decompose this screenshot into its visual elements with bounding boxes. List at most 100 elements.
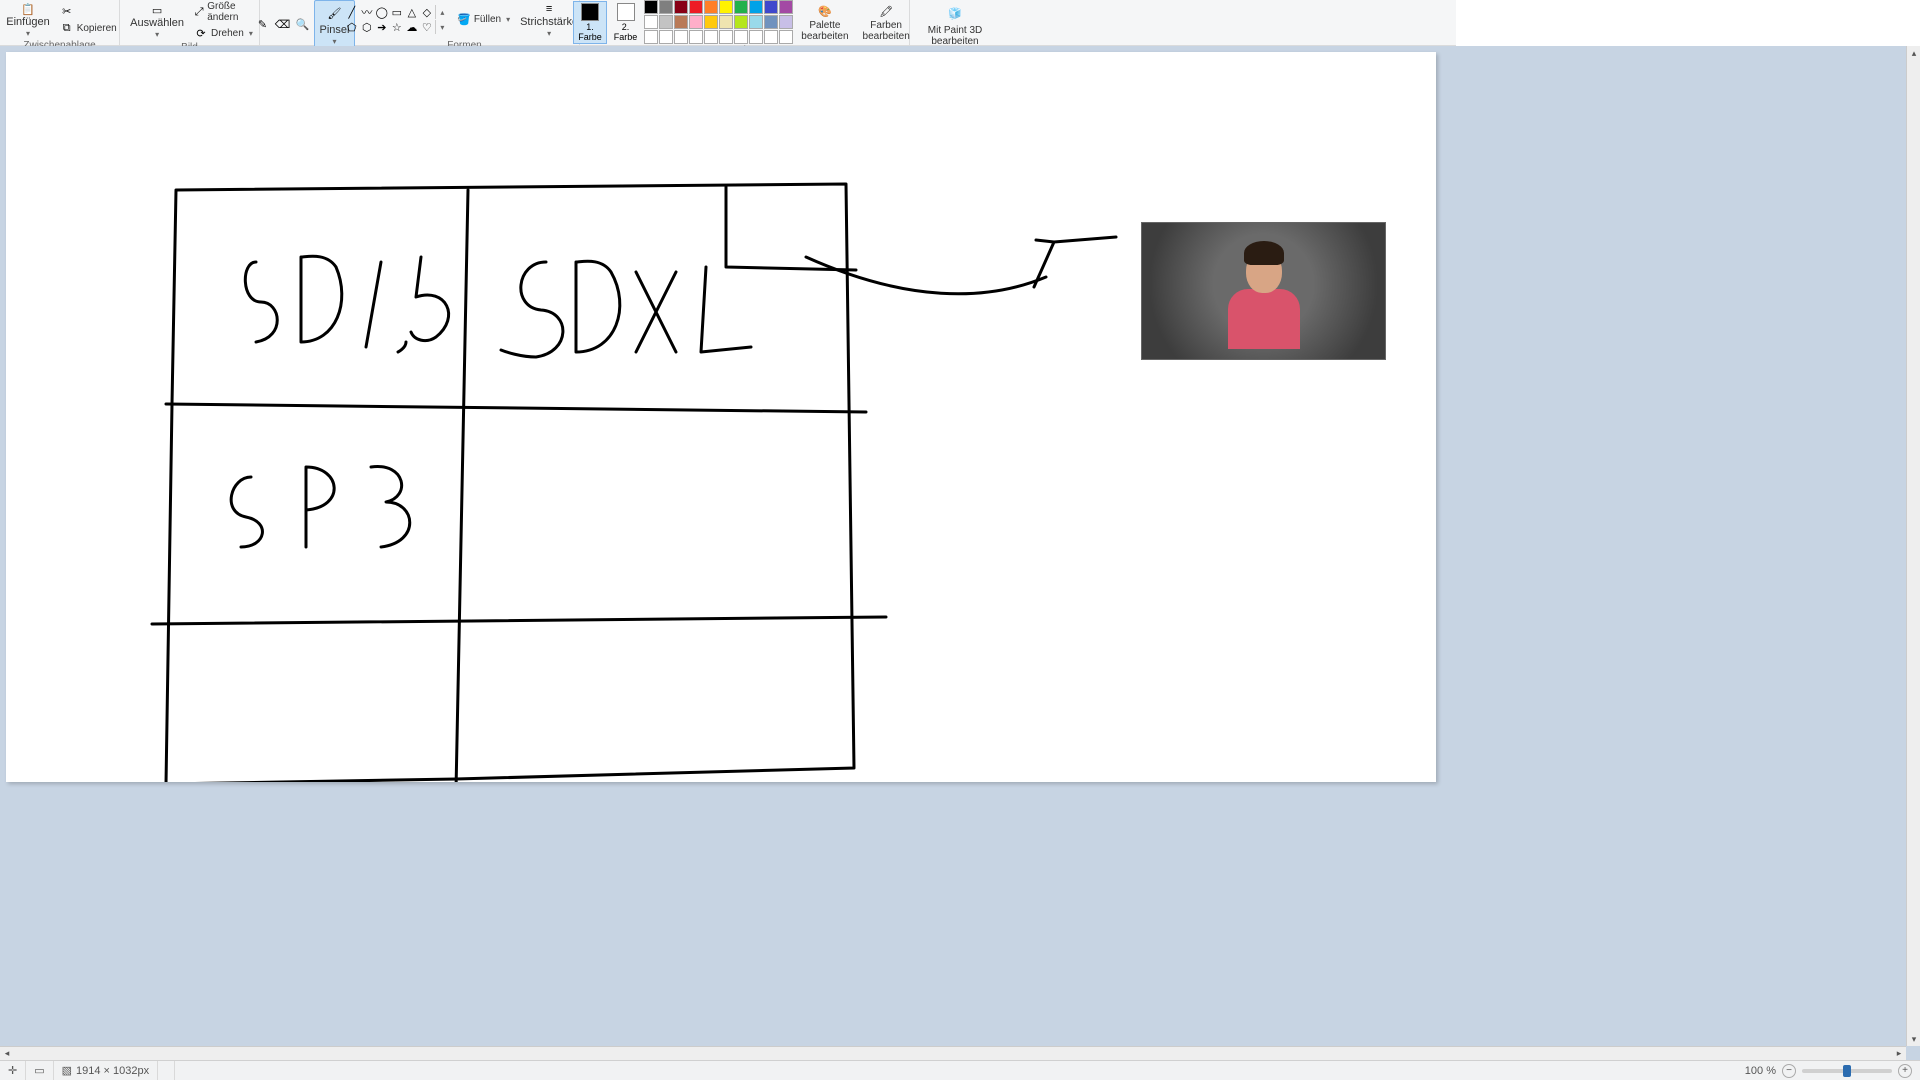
select-icon: ▭ xyxy=(147,3,167,17)
palette-color[interactable] xyxy=(734,30,748,44)
cut-button[interactable]: ✂ xyxy=(58,3,119,19)
palette-color[interactable] xyxy=(659,15,673,29)
canvas-size: ▧ 1914 × 1032px xyxy=(54,1061,159,1080)
zoom-thumb[interactable] xyxy=(1843,1065,1851,1077)
paste-icon: 📋 xyxy=(18,2,38,16)
rotate-button[interactable]: ⟳ Drehen ▾ xyxy=(192,25,255,41)
eraser-tool[interactable]: ⌫ xyxy=(274,16,292,32)
palette-color[interactable] xyxy=(719,15,733,29)
eraser-icon: ⌫ xyxy=(276,17,290,31)
drawing-layer xyxy=(6,52,1436,782)
pencil-tool[interactable]: ✎ xyxy=(254,16,272,32)
palette-icon: 🎨 xyxy=(815,5,835,19)
shapes-gallery[interactable]: ╱ 〰 ◯ ▭ △ ◇ ▴ ⬠ ⬡ ➔ ☆ ☁ ♡ ▾ xyxy=(345,5,449,34)
workspace: ◂ ▸ ▴ ▾ xyxy=(0,46,1920,1060)
canvas-size-icon: ▧ xyxy=(62,1064,72,1077)
fill-icon: 🪣 xyxy=(457,13,471,27)
webcam-person xyxy=(1234,241,1294,341)
scroll-up-icon[interactable]: ▴ xyxy=(1907,46,1920,60)
palette-color[interactable] xyxy=(749,30,763,44)
shape-oval-icon[interactable]: ◯ xyxy=(375,5,389,19)
paint3d-button[interactable]: 🧊 Mit Paint 3D bearbeiten xyxy=(916,0,994,47)
color-palette[interactable] xyxy=(644,0,793,44)
color1-button[interactable]: 1. Farbe xyxy=(573,1,607,44)
status-bar: ✛ ▭ ▧ 1914 × 1032px 100 % − + xyxy=(0,1060,1920,1080)
copy-button[interactable]: ⧉ Kopieren xyxy=(58,20,119,36)
shape-diamond-icon[interactable]: ◇ xyxy=(420,5,434,19)
shapes-expand[interactable]: ▾ xyxy=(435,20,449,34)
palette-color[interactable] xyxy=(689,15,703,29)
palette-color[interactable] xyxy=(719,30,733,44)
shape-hex-icon[interactable]: ⬡ xyxy=(360,20,374,34)
group-clipboard: 📋 Einfügen▾ ✂ ⧉ Kopieren Zwischenablage xyxy=(0,0,120,46)
select-button[interactable]: ▭ Auswählen▾ xyxy=(124,1,190,40)
cursor-pos: ✛ xyxy=(0,1061,26,1080)
paint3d-icon: 🧊 xyxy=(941,2,969,24)
palette-color[interactable] xyxy=(719,0,733,14)
selection-icon: ▭ xyxy=(34,1064,44,1077)
h-scrollbar[interactable]: ◂ ▸ xyxy=(0,1046,1906,1060)
crosshair-icon: ✛ xyxy=(8,1064,17,1077)
cut-icon: ✂ xyxy=(60,4,74,18)
shape-tri-icon[interactable]: △ xyxy=(405,5,419,19)
zoom-control: 100 % − + xyxy=(1737,1064,1920,1078)
palette-color[interactable] xyxy=(734,15,748,29)
group-colors: 1. Farbe 2. Farbe 🎨 Palette bearbeiten 🖍… xyxy=(580,0,910,46)
colors-icon: 🖍 xyxy=(876,5,896,19)
palette-color[interactable] xyxy=(659,0,673,14)
palette-color[interactable] xyxy=(779,15,793,29)
palette-color[interactable] xyxy=(734,0,748,14)
palette-color[interactable] xyxy=(704,30,718,44)
palette-color[interactable] xyxy=(764,30,778,44)
zoom-label: 100 % xyxy=(1745,1065,1776,1077)
zoom-in-button[interactable]: + xyxy=(1898,1064,1912,1078)
palette-color[interactable] xyxy=(674,15,688,29)
shape-callout-icon[interactable]: ☁ xyxy=(405,20,419,34)
group-shapes: ╱ 〰 ◯ ▭ △ ◇ ▴ ⬠ ⬡ ➔ ☆ ☁ ♡ ▾ 🪣 Füllen▾ xyxy=(350,0,580,46)
palette-color[interactable] xyxy=(644,0,658,14)
palette-color[interactable] xyxy=(689,0,703,14)
shape-line-icon[interactable]: ╱ xyxy=(345,5,359,19)
scroll-left-icon[interactable]: ◂ xyxy=(0,1047,14,1061)
palette-color[interactable] xyxy=(674,30,688,44)
palette-color[interactable] xyxy=(704,0,718,14)
shape-heart-icon[interactable]: ♡ xyxy=(420,20,434,34)
palette-color[interactable] xyxy=(779,30,793,44)
palette-color[interactable] xyxy=(674,0,688,14)
palette-color[interactable] xyxy=(704,15,718,29)
shape-rect-icon[interactable]: ▭ xyxy=(390,5,404,19)
scroll-down-icon[interactable]: ▾ xyxy=(1907,1032,1920,1046)
palette-color[interactable] xyxy=(644,15,658,29)
palette-color[interactable] xyxy=(764,0,778,14)
shapes-scroll-up[interactable]: ▴ xyxy=(435,5,449,19)
palette-color[interactable] xyxy=(779,0,793,14)
edit-colors-button[interactable]: 🖍 Farben bearbeiten xyxy=(857,3,916,42)
palette-color[interactable] xyxy=(659,30,673,44)
shape-curve-icon[interactable]: 〰 xyxy=(360,5,374,19)
palette-color[interactable] xyxy=(764,15,778,29)
paste-button[interactable]: 📋 Einfügen▾ xyxy=(0,0,55,39)
resize-icon: ⤢ xyxy=(194,5,204,19)
group-image: ▭ Auswählen▾ ⤢ Größe ändern ⟳ Drehen ▾ B… xyxy=(120,0,260,46)
color1-swatch xyxy=(581,3,599,21)
canvas[interactable] xyxy=(6,52,1436,782)
color2-button[interactable]: 2. Farbe xyxy=(609,1,643,44)
magnify-icon: 🔍 xyxy=(296,17,310,31)
palette-color[interactable] xyxy=(644,30,658,44)
v-scrollbar[interactable]: ▴ ▾ xyxy=(1906,46,1920,1046)
shape-pent-icon[interactable]: ⬠ xyxy=(345,20,359,34)
shape-star-icon[interactable]: ☆ xyxy=(390,20,404,34)
resize-button[interactable]: ⤢ Größe ändern xyxy=(192,0,255,24)
shape-arrowr-icon[interactable]: ➔ xyxy=(375,20,389,34)
scroll-right-icon[interactable]: ▸ xyxy=(1892,1047,1906,1061)
palette-color[interactable] xyxy=(749,15,763,29)
magnify-tool[interactable]: 🔍 xyxy=(294,16,312,32)
stroke-icon: ≡ xyxy=(539,2,559,16)
edit-palette-button[interactable]: 🎨 Palette bearbeiten xyxy=(795,3,854,42)
color2-swatch xyxy=(617,3,635,21)
zoom-slider[interactable] xyxy=(1802,1069,1892,1073)
zoom-out-button[interactable]: − xyxy=(1782,1064,1796,1078)
palette-color[interactable] xyxy=(749,0,763,14)
palette-color[interactable] xyxy=(689,30,703,44)
fill-button[interactable]: 🪣 Füllen▾ xyxy=(455,12,512,28)
